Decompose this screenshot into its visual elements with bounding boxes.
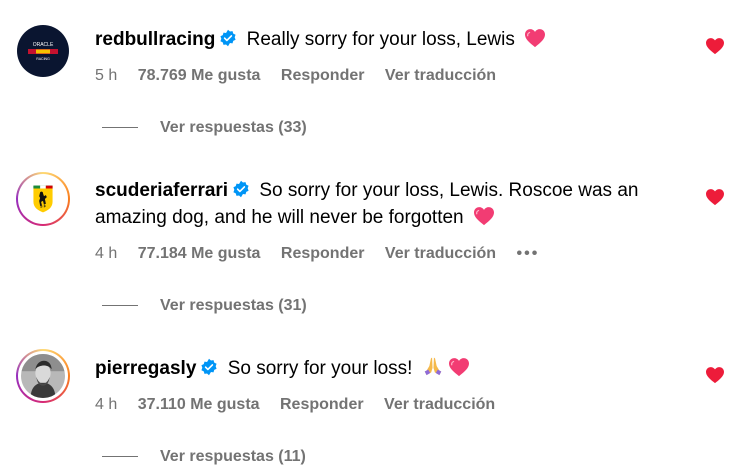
replies-divider: [102, 127, 138, 129]
avatar-redbullracing[interactable]: ORACLE RACING: [16, 24, 70, 78]
like-heart-icon[interactable]: [705, 188, 725, 206]
comment-body: pierregasly So sorry for your loss!: [95, 355, 677, 382]
view-replies-button[interactable]: Ver respuestas (33): [102, 119, 307, 137]
replies-divider: [102, 456, 138, 458]
pink-heart-icon: [448, 358, 469, 377]
pink-heart-icon: [473, 207, 494, 226]
comment-username[interactable]: redbullracing: [95, 29, 215, 50]
view-replies-label: Ver respuestas (33): [160, 119, 307, 136]
comment-body: redbullracing Really sorry for your loss…: [95, 26, 677, 53]
reply-button[interactable]: Responder: [281, 67, 365, 84]
avatar-scuderiaferrari[interactable]: S F: [16, 172, 70, 226]
translate-button[interactable]: Ver traducción: [384, 396, 495, 413]
replies-divider: [102, 305, 138, 307]
svg-text:ORACLE: ORACLE: [33, 42, 54, 48]
view-replies-button[interactable]: Ver respuestas (11): [102, 448, 306, 466]
comment-time: 4 h: [95, 396, 118, 413]
comment-likes[interactable]: 78.769 Me gusta: [138, 67, 261, 84]
comment-time: 5 h: [95, 67, 118, 84]
comment-likes[interactable]: 37.110 Me gusta: [138, 396, 260, 413]
ferrari-logo-icon: S F: [21, 177, 65, 221]
verified-badge-icon: [220, 29, 236, 47]
pink-heart-icon: [525, 29, 546, 48]
comment-username[interactable]: scuderiaferrari: [95, 180, 228, 201]
profile-photo-icon: [21, 354, 65, 398]
view-replies-label: Ver respuestas (31): [160, 297, 307, 314]
comment-text: So sorry for your loss!: [227, 358, 413, 379]
comment-meta: 4 h 37.110 Me gusta Responder Ver traduc…: [95, 396, 511, 414]
comment-meta: 5 h 78.769 Me gusta Responder Ver traduc…: [95, 67, 512, 85]
avatar-border: [18, 351, 68, 401]
comment-body: scuderiaferrari So sorry for your loss, …: [95, 177, 677, 231]
svg-text:S F: S F: [40, 205, 47, 209]
view-replies-button[interactable]: Ver respuestas (31): [102, 297, 307, 315]
verified-badge-icon: [233, 180, 249, 198]
verified-badge-icon: [201, 358, 217, 376]
more-options-icon[interactable]: •••: [517, 245, 540, 263]
comment-meta: 4 h 77.184 Me gusta Responder Ver traduc…: [95, 245, 555, 263]
comment-username[interactable]: pierregasly: [95, 358, 196, 379]
folded-hands-icon: [424, 357, 441, 376]
comment-text: Really sorry for your loss, Lewis: [246, 29, 515, 50]
comment-likes[interactable]: 77.184 Me gusta: [138, 245, 261, 262]
comment-time: 4 h: [95, 245, 118, 262]
translate-button[interactable]: Ver traducción: [385, 245, 496, 262]
reply-button[interactable]: Responder: [281, 245, 365, 262]
like-heart-icon[interactable]: [705, 37, 725, 55]
svg-text:RACING: RACING: [36, 57, 50, 61]
view-replies-label: Ver respuestas (11): [160, 448, 306, 465]
reply-button[interactable]: Responder: [280, 396, 364, 413]
avatar-pierregasly[interactable]: [16, 349, 70, 403]
avatar-border: S F: [18, 174, 68, 224]
like-heart-icon[interactable]: [705, 366, 725, 384]
avatar-image: S F: [21, 177, 65, 221]
translate-button[interactable]: Ver traducción: [385, 67, 496, 84]
avatar-image: [21, 354, 65, 398]
redbull-logo-icon: ORACLE RACING: [17, 25, 69, 77]
